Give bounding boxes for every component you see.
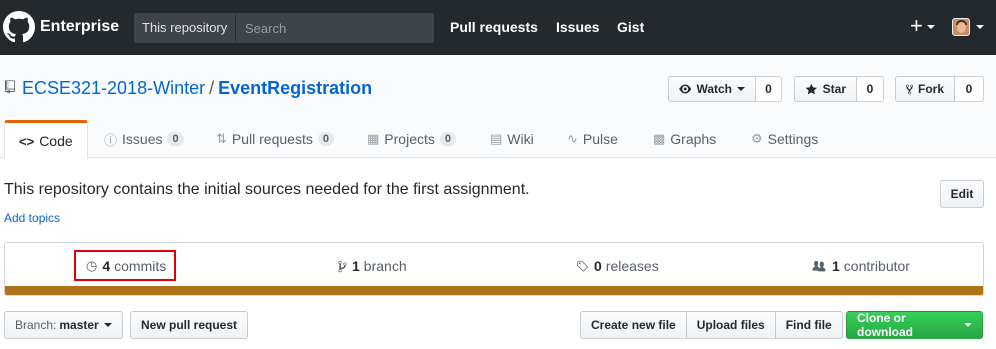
brand-label[interactable]: Enterprise bbox=[40, 18, 119, 36]
search-box[interactable]: This repository bbox=[134, 13, 434, 43]
releases-link[interactable]: 0 releases bbox=[576, 258, 659, 274]
create-new-file-label: Create new file bbox=[591, 318, 676, 332]
tab-code-label: Code bbox=[39, 133, 73, 149]
chevron-down-icon bbox=[927, 25, 935, 29]
branch-icon bbox=[338, 260, 347, 272]
clone-download-button[interactable]: Clone or download bbox=[846, 311, 983, 339]
fork-icon bbox=[906, 84, 913, 94]
issue-icon: ⓘ bbox=[104, 132, 118, 148]
clone-download-label: Clone or download bbox=[857, 311, 913, 339]
fork-group: Fork 0 bbox=[895, 76, 984, 102]
contributors-label: contributor bbox=[843, 258, 910, 274]
projects-counter: 0 bbox=[439, 132, 456, 146]
find-file-button[interactable]: Find file bbox=[774, 311, 843, 339]
file-actions: Create new file Upload files Find file bbox=[580, 311, 843, 339]
find-file-label: Find file bbox=[785, 318, 832, 332]
edit-label: Edit bbox=[950, 187, 974, 201]
branch-label: branch bbox=[363, 258, 407, 274]
chevron-down-icon bbox=[737, 87, 745, 91]
tab-graphs-label: Graphs bbox=[670, 131, 717, 147]
branch-select-label: Branch: bbox=[15, 318, 57, 332]
edit-button[interactable]: Edit bbox=[940, 180, 984, 208]
create-new-file-button[interactable]: Create new file bbox=[580, 311, 687, 339]
watch-button[interactable]: Watch bbox=[668, 76, 756, 102]
star-group: Star 0 bbox=[794, 76, 884, 102]
create-new-icon[interactable]: + bbox=[910, 14, 923, 38]
tab-code[interactable]: <> Code bbox=[4, 120, 88, 159]
nav-pull-requests[interactable]: Pull requests bbox=[450, 19, 538, 35]
repo-icon bbox=[5, 80, 15, 94]
watch-label: Watch bbox=[696, 82, 732, 96]
user-avatar[interactable] bbox=[952, 18, 970, 36]
chevron-down-icon bbox=[976, 25, 984, 29]
new-pull-request-label: New pull request bbox=[141, 318, 238, 332]
search-scope: This repository bbox=[134, 13, 236, 43]
watch-count[interactable]: 0 bbox=[756, 76, 782, 102]
tab-issues-label: Issues bbox=[122, 131, 163, 147]
branch-select-button[interactable]: Branch: master bbox=[4, 311, 123, 339]
eye-icon bbox=[679, 84, 692, 94]
repo-owner-link[interactable]: ECSE321-2018-Winter bbox=[22, 78, 205, 98]
star-button[interactable]: Star bbox=[794, 76, 857, 102]
tab-pulse-label: Pulse bbox=[582, 131, 618, 147]
contributors-link[interactable]: 1 contributor bbox=[811, 258, 910, 274]
releases-count: 0 bbox=[594, 258, 602, 274]
commits-highlight-box bbox=[74, 250, 176, 281]
nav-gist[interactable]: Gist bbox=[617, 19, 644, 35]
upload-files-label: Upload files bbox=[696, 318, 765, 332]
star-count[interactable]: 0 bbox=[857, 76, 884, 102]
branch-count: 1 bbox=[352, 258, 360, 274]
chevron-down-icon bbox=[103, 323, 112, 327]
pull-requests-counter: 0 bbox=[317, 132, 334, 146]
tab-pull-requests[interactable]: ⇅ Pull requests 0 bbox=[216, 120, 334, 158]
tab-wiki[interactable]: ▤ Wiki bbox=[490, 120, 534, 158]
watch-group: Watch 0 bbox=[668, 76, 782, 102]
tab-pull-requests-label: Pull requests bbox=[231, 131, 313, 147]
repo-name-link[interactable]: EventRegistration bbox=[218, 78, 372, 98]
star-label: Star bbox=[822, 82, 846, 96]
branch-select-value: master bbox=[59, 318, 99, 332]
gear-icon: ⚙ bbox=[751, 131, 763, 146]
star-icon bbox=[805, 83, 818, 94]
tag-icon bbox=[577, 260, 588, 271]
fork-label: Fork bbox=[917, 82, 944, 96]
tab-wiki-label: Wiki bbox=[507, 131, 534, 147]
project-icon: ▦ bbox=[367, 131, 380, 146]
graph-icon: ▩ bbox=[653, 131, 666, 146]
tab-settings-label: Settings bbox=[767, 131, 819, 147]
tab-issues[interactable]: ⓘ Issues 0 bbox=[104, 120, 184, 158]
fork-button[interactable]: Fork bbox=[895, 76, 955, 102]
language-bar[interactable] bbox=[5, 286, 983, 295]
contributors-count: 1 bbox=[832, 258, 840, 274]
upload-files-button[interactable]: Upload files bbox=[685, 311, 776, 339]
book-icon: ▤ bbox=[490, 131, 503, 146]
branches-link[interactable]: 1 branch bbox=[338, 258, 407, 274]
add-topics-link[interactable]: Add topics bbox=[4, 211, 60, 225]
repo-description: This repository contains the initial sou… bbox=[4, 181, 530, 198]
top-header: Enterprise This repository Pull requests… bbox=[0, 0, 996, 55]
issues-counter: 0 bbox=[167, 132, 184, 146]
releases-label: releases bbox=[605, 258, 659, 274]
fork-count[interactable]: 0 bbox=[955, 76, 984, 102]
tab-pulse[interactable]: ∿ Pulse bbox=[567, 120, 618, 158]
search-input[interactable] bbox=[237, 13, 434, 43]
tab-graphs[interactable]: ▩ Graphs bbox=[653, 120, 716, 158]
nav-issues[interactable]: Issues bbox=[556, 19, 600, 35]
github-logo-icon[interactable] bbox=[3, 11, 35, 43]
tab-projects[interactable]: ▦ Projects 0 bbox=[367, 120, 456, 158]
tab-settings[interactable]: ⚙ Settings bbox=[751, 120, 818, 158]
tab-projects-label: Projects bbox=[384, 131, 435, 147]
code-icon: <> bbox=[19, 133, 35, 149]
pulse-icon: ∿ bbox=[567, 131, 578, 146]
chevron-down-icon bbox=[964, 323, 972, 327]
repo-separator: / bbox=[209, 78, 215, 98]
new-pull-request-button[interactable]: New pull request bbox=[130, 311, 249, 339]
pull-request-icon: ⇅ bbox=[216, 131, 227, 146]
repo-title: ECSE321-2018-Winter / EventRegistration bbox=[22, 78, 372, 99]
people-icon bbox=[812, 260, 826, 271]
